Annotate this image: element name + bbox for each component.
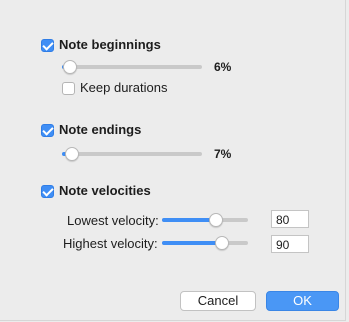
note-endings-slider-knob[interactable] (64, 147, 79, 161)
highest-velocity-label: Highest velocity: (63, 236, 158, 251)
note-beginnings-value: 6% (214, 60, 232, 74)
note-velocities-label: Note velocities (59, 183, 151, 198)
highest-velocity-input[interactable]: 90 (271, 235, 309, 253)
dialog-panel: Note beginnings 6% Keep durations Note e… (0, 0, 346, 321)
note-endings-label: Note endings (59, 122, 142, 137)
lowest-velocity-slider-fill (162, 218, 217, 222)
lowest-velocity-slider[interactable] (162, 218, 248, 222)
note-velocities-checkbox[interactable] (41, 185, 54, 198)
quantize-dialog: Note beginnings 6% Keep durations Note e… (0, 0, 349, 322)
lowest-velocity-input[interactable]: 80 (271, 210, 309, 228)
note-endings-slider[interactable] (62, 152, 202, 156)
highest-velocity-slider-knob[interactable] (215, 236, 230, 250)
keep-durations-checkbox[interactable] (62, 82, 75, 95)
highest-velocity-slider[interactable] (162, 241, 248, 245)
note-beginnings-slider-knob[interactable] (63, 60, 78, 74)
note-endings-value: 7% (214, 147, 232, 161)
note-beginnings-label: Note beginnings (59, 37, 161, 52)
cancel-button[interactable]: Cancel (180, 291, 256, 311)
note-beginnings-checkbox[interactable] (41, 39, 54, 52)
note-beginnings-slider[interactable] (62, 65, 202, 69)
keep-durations-label: Keep durations (80, 80, 168, 95)
highest-velocity-slider-fill (162, 241, 223, 245)
note-endings-checkbox[interactable] (41, 124, 54, 137)
ok-button[interactable]: OK (266, 291, 339, 311)
lowest-velocity-slider-knob[interactable] (209, 213, 224, 227)
lowest-velocity-label: Lowest velocity: (67, 213, 159, 228)
